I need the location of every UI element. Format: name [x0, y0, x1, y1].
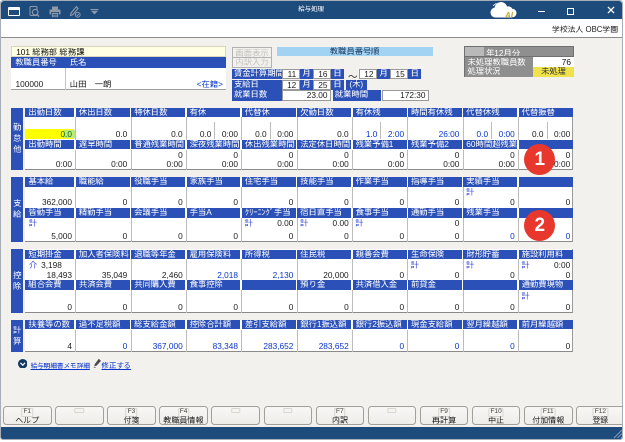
svg-text:AI: AI — [504, 11, 514, 19]
